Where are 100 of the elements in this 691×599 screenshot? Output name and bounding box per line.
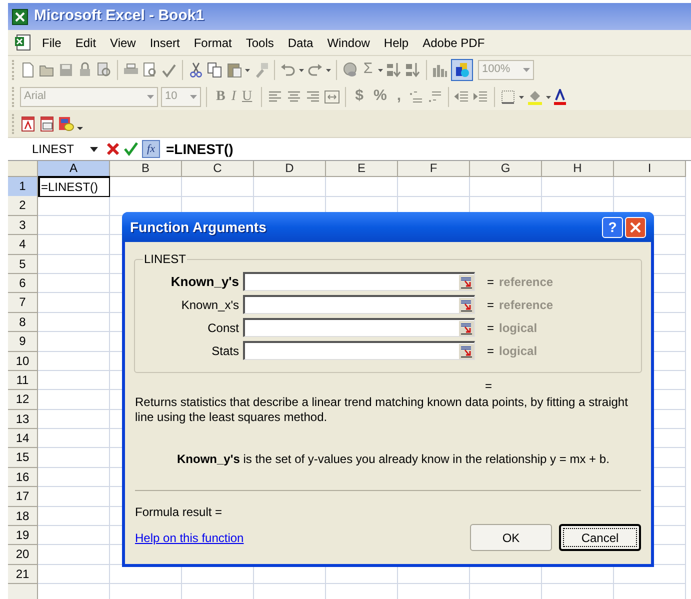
- lock-icon[interactable]: [77, 62, 93, 78]
- grid-cell[interactable]: [38, 370, 110, 390]
- row-header[interactable]: 7: [8, 293, 38, 313]
- cell[interactable]: =LINEST(): [38, 176, 110, 197]
- magnifier-page-icon[interactable]: [96, 62, 112, 78]
- column-header[interactable]: I: [614, 161, 686, 177]
- row-header[interactable]: 5: [8, 254, 38, 274]
- cut-icon[interactable]: [188, 62, 204, 78]
- close-icon[interactable]: [630, 222, 641, 232]
- enter-icon[interactable]: [124, 142, 138, 156]
- menu-item[interactable]: Window: [320, 34, 377, 52]
- spell-check-icon[interactable]: [161, 62, 177, 78]
- formula-field[interactable]: =LINEST(): [166, 138, 234, 160]
- grid-cell[interactable]: [38, 468, 110, 488]
- save-icon[interactable]: [58, 62, 74, 78]
- row-header[interactable]: 6: [8, 274, 38, 294]
- menu-item[interactable]: Help: [376, 34, 416, 52]
- increase-indent-icon[interactable]: [473, 88, 489, 104]
- collapse-dialog-icon[interactable]: [459, 274, 474, 290]
- menu-item[interactable]: Edit: [68, 34, 104, 52]
- row-header[interactable]: 9: [8, 332, 38, 352]
- drawing-button[interactable]: [451, 58, 473, 80]
- menu-item[interactable]: Insert: [142, 34, 187, 52]
- paste-icon[interactable]: [226, 62, 242, 78]
- grid-cell[interactable]: [542, 177, 614, 197]
- name-box[interactable]: LINEST: [8, 140, 72, 158]
- row-header[interactable]: 13: [8, 410, 38, 430]
- grid-cell[interactable]: [38, 390, 110, 410]
- menu-item[interactable]: View: [103, 34, 143, 52]
- pdf-document-icon[interactable]: [20, 116, 36, 132]
- row-header[interactable]: 21: [8, 564, 38, 584]
- menu-item[interactable]: File: [35, 34, 68, 52]
- decrease-decimal-icon[interactable]: [427, 88, 443, 104]
- grid-cell[interactable]: [38, 196, 110, 216]
- row-header[interactable]: 8: [8, 312, 38, 332]
- column-header[interactable]: C: [182, 161, 254, 177]
- pdf-email-icon[interactable]: [39, 116, 55, 132]
- argument-field[interactable]: [243, 272, 475, 291]
- align-left-icon[interactable]: [267, 88, 284, 104]
- row-header[interactable]: 2: [8, 196, 38, 216]
- grid-cell[interactable]: [38, 429, 110, 448]
- dialog-button[interactable]: Cancel: [559, 524, 641, 551]
- globe-icon[interactable]: [342, 62, 358, 78]
- column-header[interactable]: E: [326, 161, 398, 177]
- row-header[interactable]: 3: [8, 216, 38, 236]
- row-header[interactable]: 17: [8, 487, 38, 507]
- fill-color-icon[interactable]: [527, 88, 543, 104]
- dialog-button[interactable]: OK: [470, 524, 552, 551]
- align-center-icon[interactable]: [286, 88, 302, 104]
- grid-cell[interactable]: [470, 177, 542, 197]
- sort-descending-icon[interactable]: [405, 62, 421, 78]
- borders-icon[interactable]: [500, 88, 516, 104]
- row-header[interactable]: 18: [8, 506, 38, 526]
- increase-decimal-icon[interactable]: [408, 88, 424, 104]
- redo-icon[interactable]: [307, 62, 323, 78]
- collapse-dialog-icon[interactable]: [459, 298, 474, 312]
- grid-cell[interactable]: [614, 177, 686, 197]
- undo-icon[interactable]: [280, 62, 296, 78]
- menu-item[interactable]: Tools: [238, 34, 281, 52]
- collapse-dialog-icon[interactable]: [459, 320, 474, 336]
- column-header[interactable]: F: [398, 161, 470, 177]
- new-document-icon[interactable]: [20, 62, 36, 78]
- column-header[interactable]: G: [470, 161, 542, 177]
- cancel-icon[interactable]: [106, 142, 120, 156]
- row-header[interactable]: [8, 584, 38, 599]
- column-header[interactable]: B: [110, 161, 182, 177]
- font-color-icon[interactable]: [554, 88, 566, 104]
- argument-field[interactable]: [243, 318, 475, 337]
- menu-item[interactable]: Adobe PDF: [416, 34, 492, 52]
- grid-cell[interactable]: [326, 177, 398, 197]
- pdf-review-icon[interactable]: [58, 116, 74, 132]
- menu-item[interactable]: Data: [280, 34, 320, 52]
- dropdown-arrow-icon[interactable]: [90, 146, 98, 152]
- grid-cell[interactable]: [38, 526, 110, 546]
- help-link[interactable]: Help on this function: [135, 528, 470, 546]
- column-header[interactable]: A: [38, 161, 110, 177]
- merge-center-icon[interactable]: [324, 88, 340, 104]
- grid-cell[interactable]: [38, 352, 110, 371]
- grid-cell[interactable]: [254, 177, 326, 197]
- grid-cell[interactable]: [38, 235, 110, 255]
- menu-item[interactable]: Format: [186, 34, 239, 52]
- grid-cell[interactable]: [182, 177, 254, 197]
- grid-cell[interactable]: [398, 177, 470, 197]
- grid-cell[interactable]: [38, 410, 110, 430]
- collapse-dialog-icon[interactable]: [459, 344, 474, 358]
- row-header[interactable]: 19: [8, 526, 38, 546]
- grid-cell[interactable]: [110, 177, 182, 197]
- row-header[interactable]: 10: [8, 352, 38, 371]
- grid-cell[interactable]: [38, 293, 110, 313]
- row-header[interactable]: 12: [8, 390, 38, 410]
- grid-cell[interactable]: [38, 564, 110, 584]
- grid-cell[interactable]: [38, 487, 110, 507]
- workbook-icon[interactable]: [14, 34, 31, 51]
- argument-field[interactable]: [243, 295, 475, 314]
- row-header[interactable]: 4: [8, 235, 38, 255]
- grid-cell[interactable]: [38, 506, 110, 526]
- copy-icon[interactable]: [207, 62, 223, 78]
- select-all-corner[interactable]: [8, 161, 38, 177]
- row-header[interactable]: 14: [8, 429, 38, 448]
- column-header[interactable]: H: [542, 161, 614, 177]
